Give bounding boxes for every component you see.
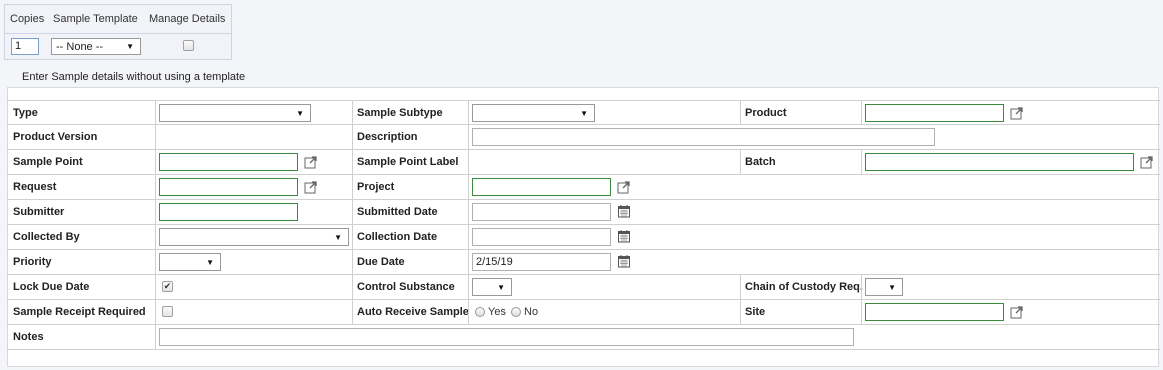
template-panel-header: Copies Sample Template Manage Details	[5, 13, 231, 27]
control-substance-label: Control Substance	[357, 281, 455, 293]
calendar-icon[interactable]	[617, 204, 631, 218]
collection-date-input[interactable]	[472, 228, 611, 246]
chain-of-custody-select[interactable]: ▼	[865, 278, 903, 296]
dropdown-arrow-icon: ▼	[334, 232, 342, 242]
lock-due-date-checkbox[interactable]: ✔	[162, 281, 173, 292]
template-panel: Copies Sample Template Manage Details 1 …	[4, 4, 232, 60]
dropdown-arrow-icon: ▼	[497, 282, 505, 292]
sample-subtype-select[interactable]: ▼	[472, 104, 595, 122]
sample-point-label-label: Sample Point Label	[357, 156, 459, 168]
batch-input[interactable]	[865, 153, 1134, 171]
control-substance-select[interactable]: ▼	[472, 278, 512, 296]
calendar-icon[interactable]	[617, 229, 631, 243]
copies-input[interactable]: 1	[11, 38, 39, 55]
auto-receive-no-label: No	[524, 306, 539, 318]
dropdown-arrow-icon: ▼	[888, 282, 896, 292]
intro-text: Enter Sample details without using a tem…	[22, 71, 246, 83]
calendar-icon[interactable]	[617, 254, 631, 268]
external-link-icon[interactable]	[304, 155, 318, 169]
template-panel-row: 1 -- None -- ▼	[5, 33, 231, 57]
site-input[interactable]	[865, 303, 1004, 321]
sample-receipt-required-checkbox[interactable]	[162, 306, 173, 317]
manage-details-header: Manage Details	[149, 13, 226, 25]
submitter-input[interactable]	[159, 203, 298, 221]
submitted-date-input[interactable]	[472, 203, 611, 221]
manage-details-checkbox[interactable]	[183, 40, 194, 51]
submitted-date-label: Submitted Date	[357, 206, 438, 218]
table-row: Sample Receipt Required Auto Receive Sam…	[7, 300, 1160, 325]
external-link-icon[interactable]	[304, 180, 318, 194]
table-row: Product Version Description	[7, 125, 1160, 150]
table-row: Request Project	[7, 175, 1160, 200]
collection-date-label: Collection Date	[357, 231, 438, 243]
dropdown-arrow-icon: ▼	[206, 257, 214, 267]
table-row: Submitter Submitted Date	[7, 200, 1160, 225]
priority-label: Priority	[13, 256, 52, 268]
description-input[interactable]	[472, 128, 935, 146]
due-date-label: Due Date	[357, 256, 405, 268]
table-row: Sample Point Sample Point Label Batch	[7, 150, 1160, 175]
table-row: Lock Due Date ✔ Control Substance ▼ Chai…	[7, 275, 1160, 300]
product-input[interactable]	[865, 104, 1004, 122]
product-version-label: Product Version	[13, 131, 98, 143]
table-row: Notes	[7, 325, 1160, 350]
collected-by-label: Collected By	[13, 231, 80, 243]
sample-template-header: Sample Template	[53, 13, 138, 25]
dropdown-arrow-icon: ▼	[296, 108, 304, 118]
notes-label: Notes	[13, 331, 44, 343]
auto-receive-sample-label: Auto Receive Sample	[357, 306, 469, 318]
lock-due-date-label: Lock Due Date	[13, 281, 90, 293]
collected-by-select[interactable]: ▼	[159, 228, 349, 246]
table-row: Type ▼ Sample Subtype ▼ Product	[7, 100, 1160, 125]
auto-receive-yes-label: Yes	[488, 306, 506, 318]
description-label: Description	[357, 131, 418, 143]
chain-of-custody-label: Chain of Custody Req.	[745, 281, 863, 293]
external-link-icon[interactable]	[1010, 305, 1024, 319]
site-label: Site	[745, 306, 766, 318]
sample-subtype-label: Sample Subtype	[357, 107, 443, 119]
product-label: Product	[745, 107, 787, 119]
dropdown-arrow-icon: ▼	[126, 42, 134, 51]
notes-input[interactable]	[159, 328, 854, 346]
external-link-icon[interactable]	[1140, 155, 1154, 169]
sample-template-select[interactable]: -- None -- ▼	[51, 38, 141, 55]
request-label: Request	[13, 181, 57, 193]
sample-point-input[interactable]	[159, 153, 298, 171]
dropdown-arrow-icon: ▼	[580, 108, 588, 118]
auto-receive-no-radio[interactable]	[511, 307, 521, 317]
copies-header: Copies	[10, 13, 45, 25]
request-input[interactable]	[159, 178, 298, 196]
due-date-input[interactable]: 2/15/19	[472, 253, 611, 271]
project-label: Project	[357, 181, 395, 193]
table-row: Collected By ▼ Collection Date	[7, 225, 1160, 250]
project-input[interactable]	[472, 178, 611, 196]
auto-receive-yes-radio[interactable]	[475, 307, 485, 317]
table-row: Priority ▼ Due Date 2/15/19	[7, 250, 1160, 275]
type-label: Type	[13, 107, 38, 119]
sample-template-value: -- None --	[56, 40, 104, 53]
external-link-icon[interactable]	[1010, 106, 1024, 120]
sample-point-label: Sample Point	[13, 156, 83, 168]
sample-receipt-required-label: Sample Receipt Required	[13, 306, 146, 318]
batch-label: Batch	[745, 156, 776, 168]
priority-select[interactable]: ▼	[159, 253, 221, 271]
external-link-icon[interactable]	[617, 180, 631, 194]
submitter-label: Submitter	[13, 206, 65, 218]
type-select[interactable]: ▼	[159, 104, 311, 122]
